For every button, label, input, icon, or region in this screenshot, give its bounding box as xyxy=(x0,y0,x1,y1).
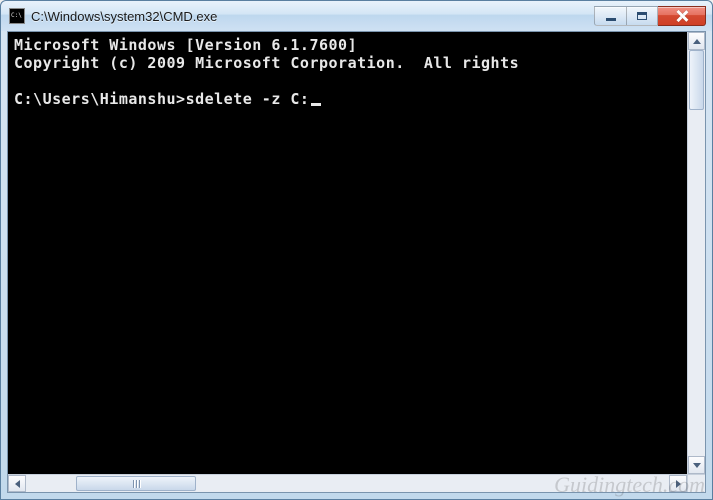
vertical-scroll-thumb[interactable] xyxy=(689,50,704,110)
arrow-right-icon xyxy=(676,480,681,488)
horizontal-scrollbar[interactable] xyxy=(8,474,705,492)
os-banner-line: Microsoft Windows [Version 6.1.7600] xyxy=(14,36,357,54)
cmd-window: C:\ C:\Windows\system32\CMD.exe Microsof… xyxy=(0,0,713,500)
scroll-left-button[interactable] xyxy=(8,475,26,492)
titlebar[interactable]: C:\ C:\Windows\system32\CMD.exe xyxy=(1,1,712,31)
typed-command: sdelete -z C: xyxy=(186,90,310,108)
arrow-up-icon xyxy=(693,39,701,44)
minimize-icon xyxy=(606,18,616,21)
vertical-scroll-track[interactable] xyxy=(688,50,705,456)
arrow-left-icon xyxy=(15,480,20,488)
maximize-button[interactable] xyxy=(626,6,658,26)
text-cursor xyxy=(311,103,321,106)
console-output[interactable]: Microsoft Windows [Version 6.1.7600] Cop… xyxy=(8,32,687,474)
window-title: C:\Windows\system32\CMD.exe xyxy=(31,9,594,24)
scroll-right-button[interactable] xyxy=(669,475,687,492)
prompt-text: C:\Users\Himanshu> xyxy=(14,90,186,108)
scroll-up-button[interactable] xyxy=(688,32,705,50)
cmd-icon: C:\ xyxy=(9,8,25,24)
maximize-icon xyxy=(637,12,647,20)
vertical-scrollbar[interactable] xyxy=(687,32,705,474)
scroll-down-button[interactable] xyxy=(688,456,705,474)
copyright-line: Copyright (c) 2009 Microsoft Corporation… xyxy=(14,54,519,72)
minimize-button[interactable] xyxy=(594,6,626,26)
thumb-gripper-icon xyxy=(133,480,140,488)
client-area: Microsoft Windows [Version 6.1.7600] Cop… xyxy=(7,31,706,493)
horizontal-scroll-thumb[interactable] xyxy=(76,476,196,491)
arrow-down-icon xyxy=(693,463,701,468)
window-controls xyxy=(594,6,706,26)
console-wrap: Microsoft Windows [Version 6.1.7600] Cop… xyxy=(8,32,705,474)
close-icon xyxy=(675,9,689,23)
close-button[interactable] xyxy=(658,6,706,26)
horizontal-scroll-track[interactable] xyxy=(26,475,669,492)
scrollbar-corner xyxy=(687,475,705,492)
